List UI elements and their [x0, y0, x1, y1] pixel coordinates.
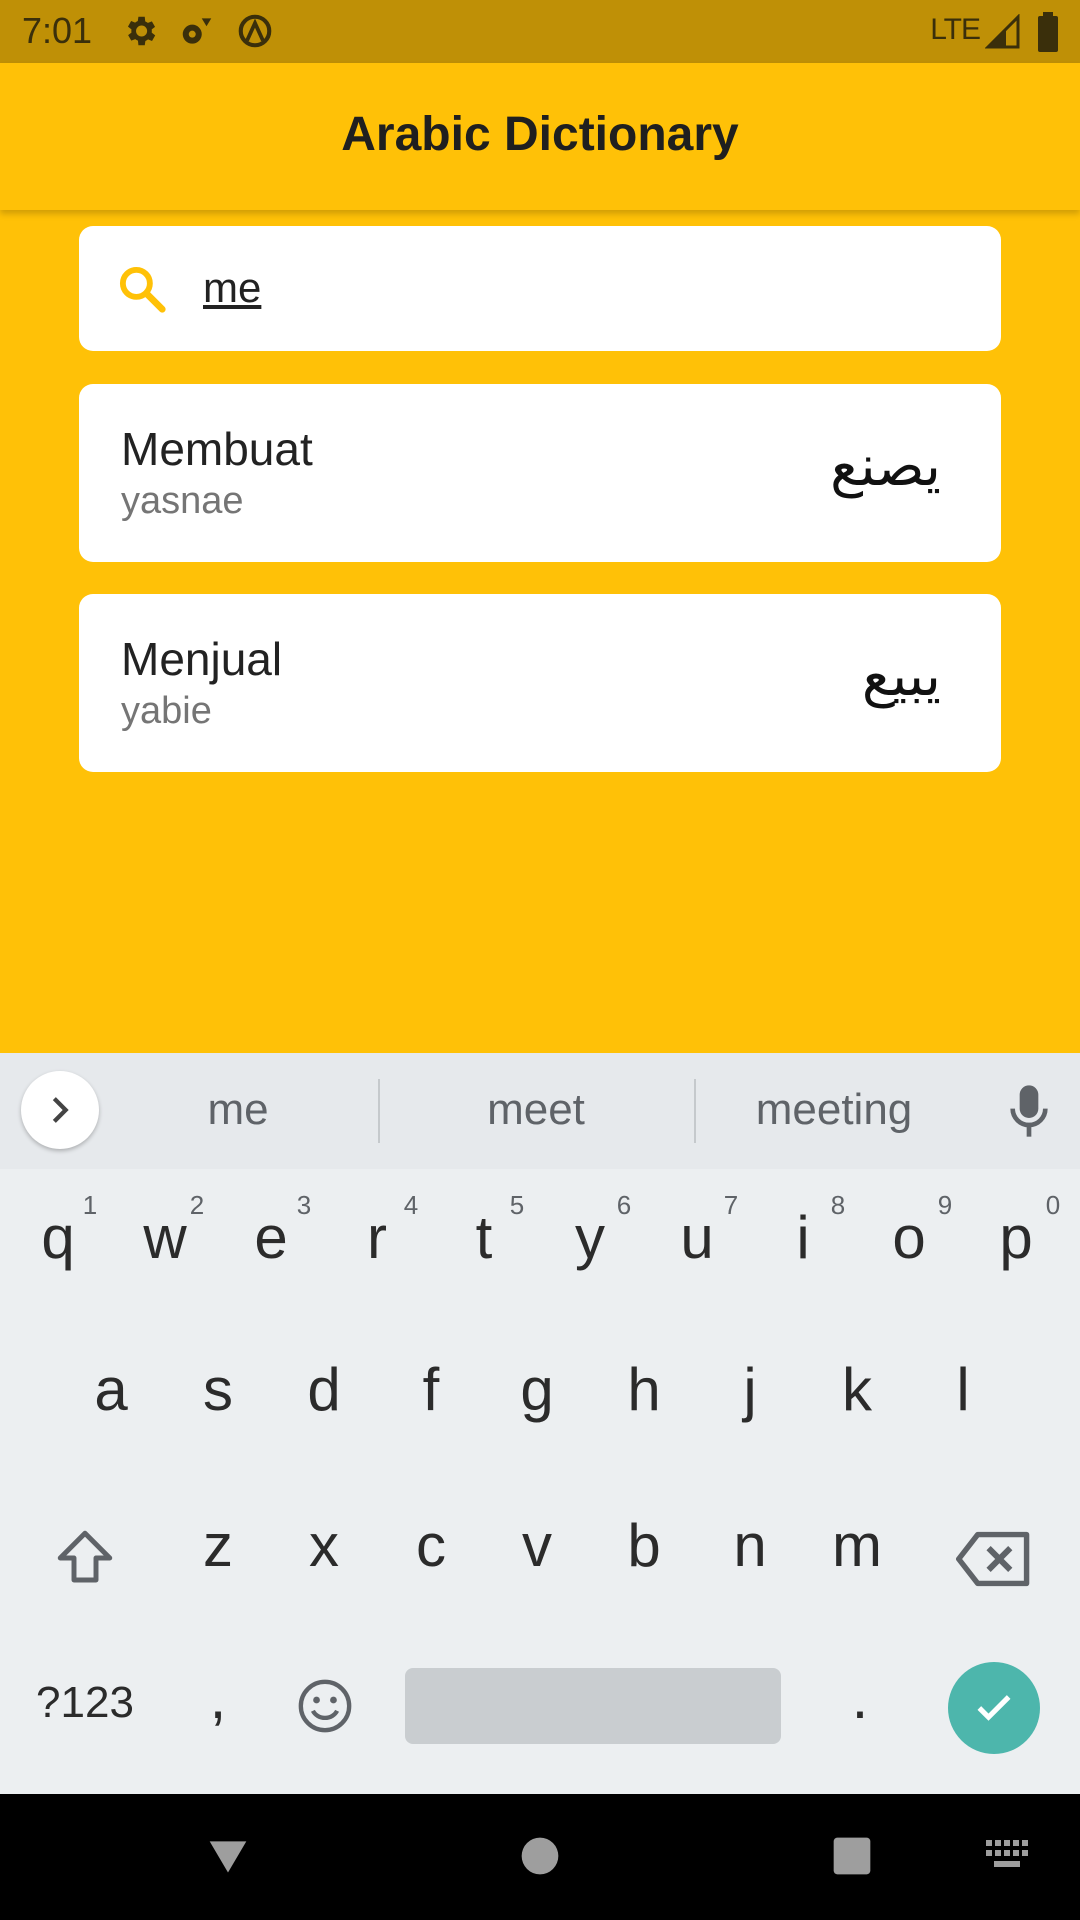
suggestion-divider — [378, 1079, 380, 1143]
battery-icon — [1038, 12, 1058, 52]
signal-icon — [985, 14, 1020, 49]
list-item[interactable]: Membuat yasnae يصنع — [79, 384, 1001, 562]
recents-icon[interactable] — [830, 1834, 874, 1878]
status-bar: 7:01 LTE — [0, 0, 1080, 63]
arabic-word: يصنع — [830, 434, 941, 499]
search-box[interactable] — [79, 226, 1001, 351]
key-hint: 7 — [723, 1190, 739, 1220]
word-label: Membuat — [121, 423, 313, 475]
enter-button[interactable] — [948, 1662, 1040, 1754]
checkmark-icon — [977, 1695, 1011, 1721]
key-z[interactable]: z — [168, 1511, 268, 1580]
key-comma[interactable]: , — [168, 1663, 268, 1732]
key-n[interactable]: n — [700, 1511, 800, 1580]
app-bar: Arabic Dictionary — [0, 63, 1080, 210]
arabic-word: يبيع — [861, 644, 941, 709]
key-k[interactable]: k — [807, 1355, 907, 1424]
key-hint: 3 — [296, 1190, 312, 1220]
keyboard-switch-icon[interactable] — [986, 1840, 1030, 1872]
backspace-icon[interactable] — [956, 1529, 1032, 1589]
chevron-right-icon — [52, 1097, 69, 1123]
key-hint: 0 — [1045, 1190, 1061, 1220]
list-item[interactable]: Menjual yabie يبيع — [79, 594, 1001, 772]
space-key[interactable] — [405, 1668, 781, 1744]
key-g[interactable]: g — [487, 1355, 587, 1424]
status-time: 7:01 — [22, 10, 93, 51]
key-f[interactable]: f — [381, 1355, 481, 1424]
key-v[interactable]: v — [487, 1511, 587, 1580]
key-hint: 8 — [830, 1190, 846, 1220]
expand-toolbar-button[interactable] — [21, 1071, 99, 1149]
key-hint: 1 — [82, 1190, 98, 1220]
key-m[interactable]: m — [807, 1511, 907, 1580]
soft-keyboard: me meet meeting q w e r t y u i o p 1 2 … — [0, 1053, 1080, 1794]
word-label: Menjual — [121, 633, 283, 685]
suggestion-3[interactable]: meeting — [714, 1085, 954, 1135]
microphone-icon[interactable] — [1004, 1083, 1054, 1139]
key-hint: 2 — [189, 1190, 205, 1220]
key-hint: 9 — [937, 1190, 953, 1220]
suggestion-divider — [694, 1079, 696, 1143]
suggestion-1[interactable]: me — [118, 1085, 358, 1135]
key-hint: 5 — [509, 1190, 525, 1220]
symbols-key[interactable]: ?123 — [22, 1678, 148, 1728]
home-icon[interactable] — [518, 1834, 562, 1878]
settings-gear-icon — [182, 18, 212, 44]
transliteration-label: yabie — [121, 690, 212, 732]
key-a[interactable]: a — [61, 1355, 161, 1424]
navigation-bar — [0, 1794, 1080, 1920]
key-h[interactable]: h — [594, 1355, 694, 1424]
transliteration-label: yasnae — [121, 480, 244, 522]
shift-icon[interactable] — [52, 1525, 118, 1591]
key-x[interactable]: x — [274, 1511, 374, 1580]
suggestion-2[interactable]: meet — [416, 1085, 656, 1135]
emoji-icon[interactable] — [296, 1677, 354, 1735]
data-saver-icon — [238, 14, 272, 48]
key-s[interactable]: s — [168, 1355, 268, 1424]
key-d[interactable]: d — [274, 1355, 374, 1424]
key-c[interactable]: c — [381, 1511, 481, 1580]
page-title: Arabic Dictionary — [341, 108, 739, 161]
key-b[interactable]: b — [594, 1511, 694, 1580]
search-input[interactable] — [203, 256, 963, 320]
search-icon — [119, 266, 166, 313]
key-period[interactable]: . — [810, 1663, 910, 1732]
network-type: LTE — [930, 13, 981, 46]
key-j[interactable]: j — [700, 1355, 800, 1424]
settings-icon — [127, 16, 156, 46]
back-icon[interactable] — [206, 1834, 250, 1878]
key-hint: 6 — [616, 1190, 632, 1220]
key-l[interactable]: l — [913, 1355, 1013, 1424]
key-hint: 4 — [403, 1190, 419, 1220]
suggestion-bar: me meet meeting — [0, 1053, 1080, 1169]
